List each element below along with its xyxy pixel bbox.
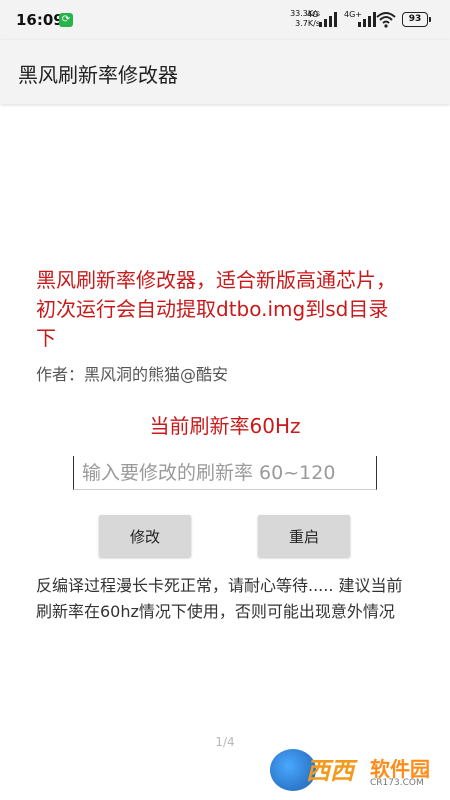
modify-button[interactable]: 修改 <box>99 515 191 557</box>
battery-icon: 93 <box>402 12 431 27</box>
author-text: 作者：黑风洞的熊猫@酷安 <box>36 365 229 384</box>
wifi-icon <box>376 12 396 28</box>
current-rate-text: 当前刷新率60Hz <box>149 414 301 438</box>
signal-icon <box>319 12 337 27</box>
watermark-logo: 西西 软件园 CR173.COM <box>270 745 440 795</box>
watermark-url: CR173.COM <box>370 778 424 788</box>
refresh-rate-input[interactable] <box>73 456 377 490</box>
notification-icon: ⟳ <box>59 13 73 27</box>
net-speed-down: 3.7K/s <box>295 19 320 28</box>
app-title: 黑风刷新率修改器 <box>18 63 178 87</box>
signal-icon-2 <box>358 12 376 27</box>
restart-button[interactable]: 重启 <box>258 515 350 557</box>
watermark-brand: 西西 <box>306 757 354 785</box>
status-bar: 16:09 ⟳ 33.3K/s 3.7K/s 4G 4G+ 93 <box>0 0 450 40</box>
app-bar: 黑风刷新率修改器 <box>0 40 450 104</box>
note-text: 反编译过程漫长卡死正常，请耐心等待..... 建议当前刷新率在60hz情况下使用… <box>36 576 403 621</box>
net-type-label: 4G <box>307 10 319 19</box>
intro-text: 黑风刷新率修改器，适合新版高通芯片，初次运行会自动提取dtbo.img到sd目录… <box>36 268 396 350</box>
status-time: 16:09 <box>16 11 64 29</box>
